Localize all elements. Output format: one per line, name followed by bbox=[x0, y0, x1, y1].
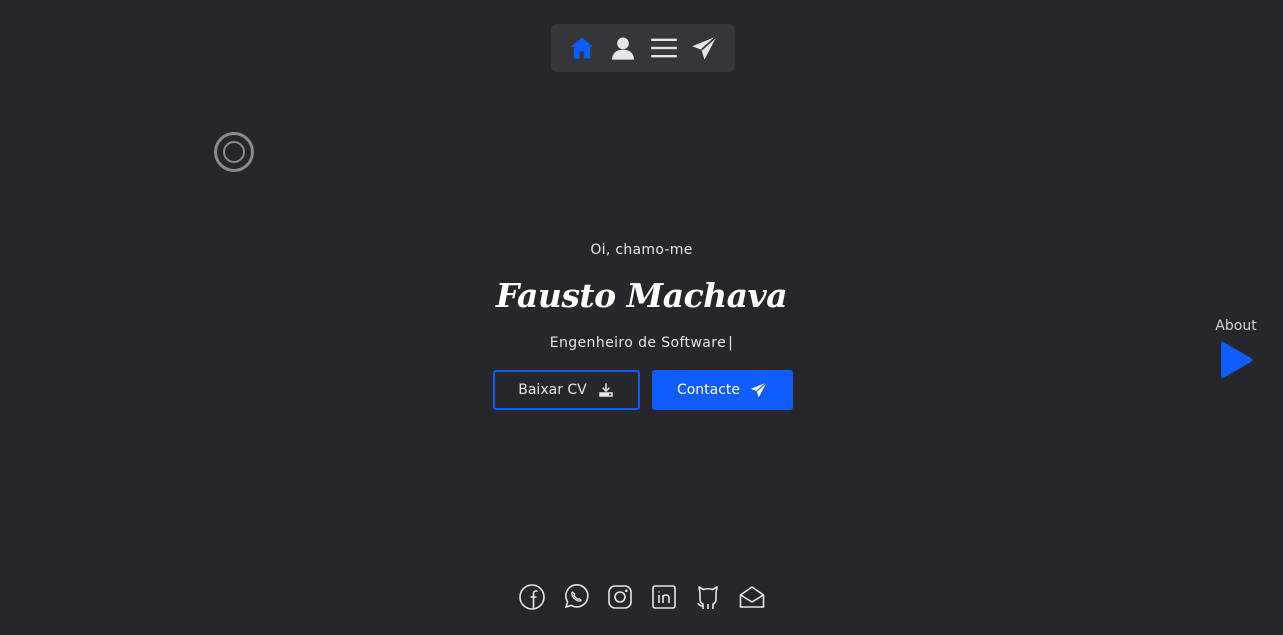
linkedin-icon bbox=[651, 585, 676, 609]
nav-contact-button[interactable] bbox=[689, 32, 721, 64]
instagram-icon bbox=[607, 585, 632, 609]
typing-cursor: | bbox=[728, 335, 734, 351]
contact-button[interactable]: Contacte bbox=[652, 370, 793, 410]
nav-menu-button[interactable] bbox=[648, 32, 680, 64]
github-icon bbox=[696, 586, 718, 609]
facebook-icon bbox=[518, 584, 545, 610]
about-label: About bbox=[1215, 318, 1257, 334]
nav-home-button[interactable] bbox=[566, 32, 598, 64]
user-icon bbox=[611, 37, 634, 60]
send-icon bbox=[691, 35, 717, 60]
hero-greeting: Oi, chamo-me bbox=[590, 242, 693, 258]
facebook-link[interactable] bbox=[518, 582, 546, 612]
play-arrow-icon bbox=[1221, 342, 1253, 378]
page: Oi, chamo-me Fausto Machava Engenheiro d… bbox=[0, 0, 1283, 635]
download-cv-button[interactable]: Baixar CV bbox=[493, 370, 640, 410]
linkedin-link[interactable] bbox=[650, 582, 678, 612]
email-link[interactable] bbox=[738, 582, 766, 612]
send-icon bbox=[750, 382, 767, 398]
hero-role: Engenheiro de Software bbox=[549, 335, 727, 351]
mail-icon bbox=[739, 586, 764, 608]
menu-icon bbox=[650, 38, 677, 58]
hero-role-line: Engenheiro de Software | bbox=[0, 335, 1283, 351]
hero-name: Fausto Machava bbox=[495, 276, 788, 315]
whatsapp-icon bbox=[564, 584, 589, 609]
nav-about-button[interactable] bbox=[607, 32, 639, 64]
theme-toggle-ring-icon bbox=[223, 141, 245, 163]
download-cv-label: Baixar CV bbox=[518, 382, 587, 398]
theme-toggle-button[interactable] bbox=[214, 132, 254, 172]
github-link[interactable] bbox=[694, 582, 722, 612]
about-scroll-link[interactable]: About bbox=[1206, 318, 1266, 380]
instagram-link[interactable] bbox=[606, 582, 634, 612]
contact-label: Contacte bbox=[676, 382, 741, 398]
social-links bbox=[0, 582, 1283, 612]
whatsapp-link[interactable] bbox=[562, 582, 590, 612]
home-icon bbox=[570, 37, 593, 59]
download-icon bbox=[599, 383, 613, 397]
top-nav bbox=[551, 24, 735, 72]
